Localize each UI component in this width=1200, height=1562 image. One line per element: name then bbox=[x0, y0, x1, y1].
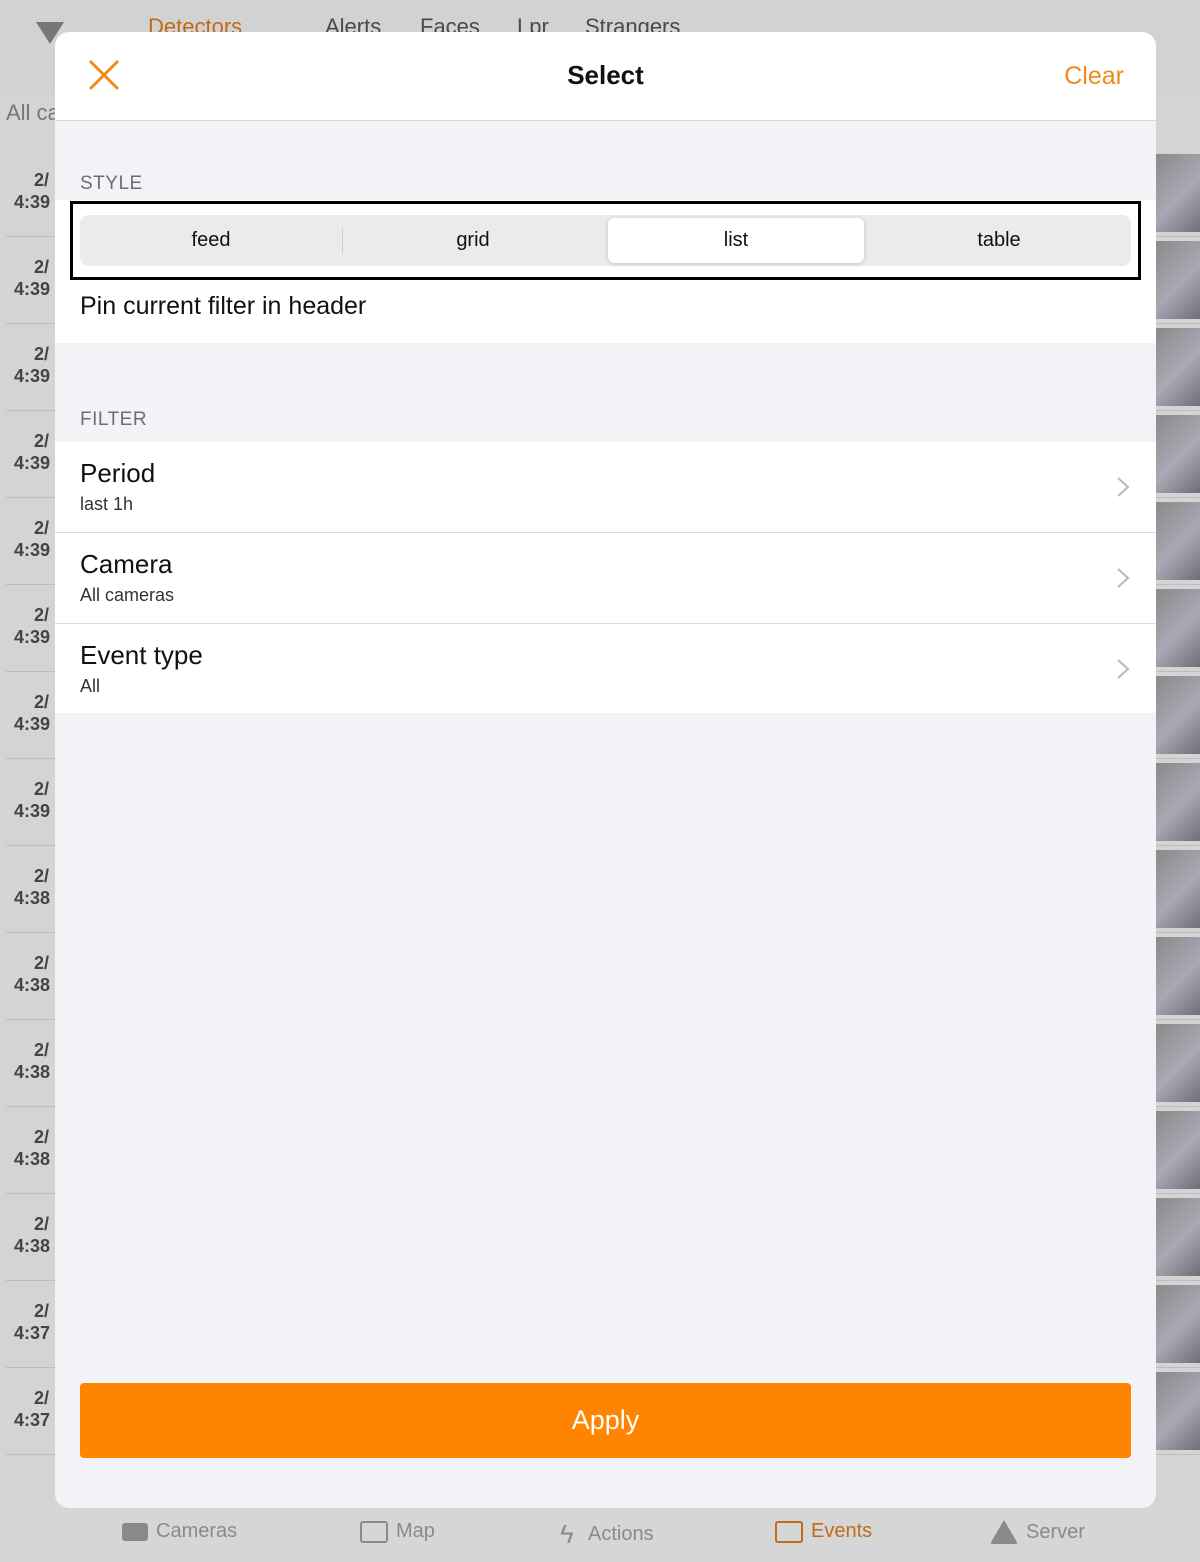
style-option-feed[interactable]: feed bbox=[83, 218, 339, 263]
filter-value: All bbox=[80, 676, 101, 696]
style-option-grid[interactable]: grid bbox=[345, 218, 601, 263]
tabbar-label: Cameras bbox=[156, 1520, 238, 1542]
event-thumbnail bbox=[1156, 1285, 1200, 1363]
tabbar-item-actions[interactable]: ϟ Actions bbox=[560, 1520, 654, 1548]
filter-title: Period bbox=[80, 458, 156, 488]
chevron-right-icon bbox=[1117, 477, 1130, 497]
event-date: 2/ bbox=[34, 170, 50, 190]
page-title: Select bbox=[567, 60, 644, 90]
event-time: 4:38 bbox=[14, 1236, 51, 1256]
map-icon bbox=[360, 1520, 388, 1543]
event-date: 2/ bbox=[34, 518, 50, 538]
all-cameras-label: All ca bbox=[6, 100, 60, 125]
filter-row-event-type[interactable]: Event type All bbox=[55, 624, 1156, 714]
event-thumbnail bbox=[1156, 154, 1200, 232]
tabbar-label: Events bbox=[811, 1520, 873, 1542]
filter-value: last 1h bbox=[80, 494, 134, 514]
event-time: 4:38 bbox=[14, 1062, 51, 1082]
tabbar-item-cameras[interactable]: Cameras bbox=[122, 1520, 237, 1543]
events-icon bbox=[775, 1520, 803, 1543]
event-time: 4:39 bbox=[14, 453, 51, 473]
event-thumbnail bbox=[1156, 1111, 1200, 1189]
event-time: 4:38 bbox=[14, 888, 51, 908]
tabbar-label: Map bbox=[396, 1520, 435, 1542]
event-thumbnail bbox=[1156, 676, 1200, 754]
chevron-right-icon bbox=[1117, 659, 1130, 679]
tabbar-item-map[interactable]: Map bbox=[360, 1520, 435, 1543]
tabbar-label: Server bbox=[1026, 1520, 1085, 1543]
event-date: 2/ bbox=[34, 431, 50, 451]
filter-row-camera[interactable]: Camera All cameras bbox=[55, 533, 1156, 623]
tabbar-item-server[interactable]: Server bbox=[990, 1520, 1085, 1544]
chevron-right-icon bbox=[1117, 568, 1130, 588]
event-time: 4:39 bbox=[14, 192, 51, 212]
event-time: 4:38 bbox=[14, 1149, 51, 1169]
filter-title: Camera bbox=[80, 549, 173, 579]
style-section: feed grid list table Pin current filter … bbox=[55, 200, 1156, 343]
event-date: 2/ bbox=[34, 1127, 50, 1147]
event-date: 2/ bbox=[34, 953, 50, 973]
event-date: 2/ bbox=[34, 692, 50, 712]
event-thumbnail bbox=[1156, 502, 1200, 580]
style-option-list[interactable]: list bbox=[608, 218, 864, 263]
event-date: 2/ bbox=[34, 605, 50, 625]
event-time: 4:39 bbox=[14, 540, 51, 560]
clear-button[interactable]: Clear bbox=[1064, 62, 1124, 91]
apply-button[interactable]: Apply bbox=[80, 1383, 1131, 1458]
event-time: 4:39 bbox=[14, 801, 51, 821]
filter-title: Event type bbox=[80, 640, 203, 670]
event-thumbnail bbox=[1156, 328, 1200, 406]
event-thumbnail bbox=[1156, 763, 1200, 841]
filter-section: Period last 1h Camera All cameras Event … bbox=[55, 442, 1156, 713]
event-date: 2/ bbox=[34, 1301, 50, 1321]
event-date: 2/ bbox=[34, 866, 50, 886]
event-date: 2/ bbox=[34, 1214, 50, 1234]
event-time: 4:38 bbox=[14, 975, 51, 995]
style-option-table[interactable]: table bbox=[871, 218, 1127, 263]
event-thumbnail bbox=[1156, 937, 1200, 1015]
style-section-label: STYLE bbox=[80, 173, 143, 194]
event-date: 2/ bbox=[34, 257, 50, 277]
event-thumbnail bbox=[1156, 1372, 1200, 1450]
event-time: 4:39 bbox=[14, 627, 51, 647]
style-segmented-control: feed grid list table bbox=[80, 215, 1131, 266]
filter-value: All cameras bbox=[80, 585, 175, 605]
event-time: 4:39 bbox=[14, 714, 51, 734]
event-thumbnail bbox=[1156, 415, 1200, 493]
event-date: 2/ bbox=[34, 779, 50, 799]
bottom-tab-bar: Cameras Map ϟ Actions Events Server bbox=[0, 1506, 1200, 1562]
bolt-icon: ϟ bbox=[560, 1519, 574, 1549]
event-date: 2/ bbox=[34, 1388, 50, 1408]
event-time: 4:39 bbox=[14, 366, 51, 386]
event-date: 2/ bbox=[34, 344, 50, 364]
select-modal: Select Clear STYLE feed grid list table … bbox=[55, 32, 1156, 1508]
event-thumbnail bbox=[1156, 589, 1200, 667]
event-thumbnail bbox=[1156, 1024, 1200, 1102]
event-time: 4:39 bbox=[14, 279, 51, 299]
event-time: 4:37 bbox=[14, 1323, 51, 1343]
camera-icon bbox=[122, 1522, 148, 1541]
pin-filter-toggle-row[interactable]: Pin current filter in header bbox=[80, 292, 366, 321]
filter-section-label: FILTER bbox=[80, 409, 148, 430]
event-date: 2/ bbox=[34, 1040, 50, 1060]
tabbar-label: Actions bbox=[588, 1522, 654, 1545]
filter-row-period[interactable]: Period last 1h bbox=[55, 442, 1156, 532]
segment-divider bbox=[342, 227, 343, 254]
modal-header: Select Clear bbox=[55, 32, 1156, 121]
event-thumbnail bbox=[1156, 850, 1200, 928]
tabbar-item-events[interactable]: Events bbox=[775, 1520, 872, 1543]
event-thumbnail bbox=[1156, 241, 1200, 319]
home-icon bbox=[990, 1520, 1018, 1544]
event-time: 4:37 bbox=[14, 1410, 51, 1430]
event-thumbnail bbox=[1156, 1198, 1200, 1276]
